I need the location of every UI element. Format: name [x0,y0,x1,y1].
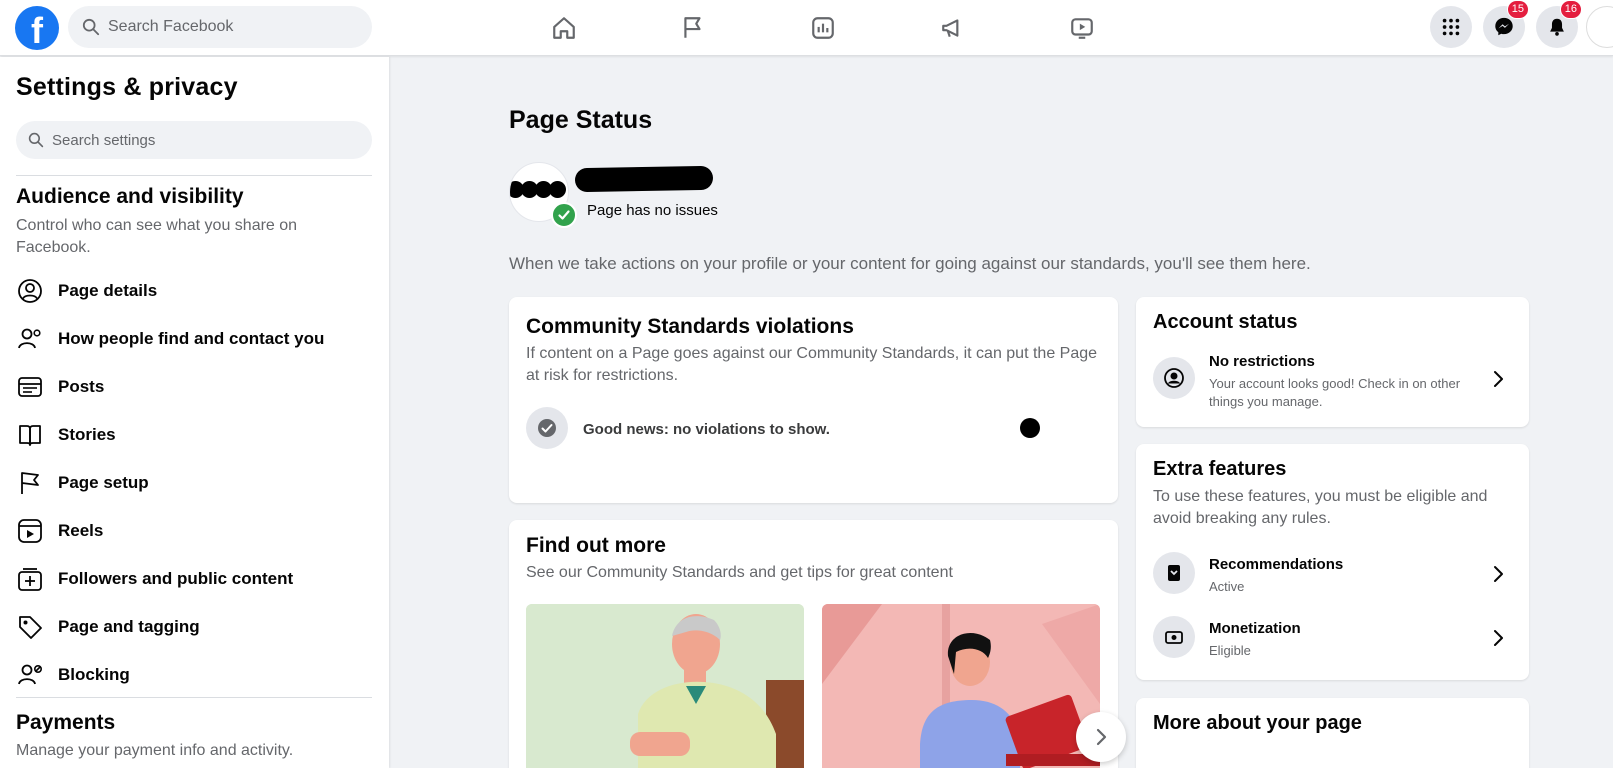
redacted-page-name [574,165,714,193]
tag-icon [19,616,42,639]
facebook-logo[interactable]: f [15,6,59,50]
find-out-more-title: Find out more [526,534,666,557]
messenger-icon [1495,17,1513,36]
search-icon [28,132,44,148]
sidebar-item-reels[interactable]: Reels [8,509,378,553]
recommendations-title[interactable]: Recommendations [1209,556,1343,573]
page-status-text: Page has no issues [587,202,718,219]
more-about-page-title: More about your page [1153,712,1362,734]
account-avatar-button[interactable] [1586,6,1613,48]
facebook-search-box[interactable] [68,6,372,48]
redaction-mark [510,181,566,198]
sidebar-item-label: Reels [58,521,104,540]
sidebar-item-label: Page setup [58,473,149,492]
person-circle-icon [18,279,42,303]
menu-grid-button[interactable] [1430,6,1472,48]
followers-icon [18,568,42,591]
extra-features-desc: To use these features, you must be eligi… [1153,488,1488,527]
grid-icon [1442,18,1460,36]
divider [16,175,372,176]
sidebar-item-label: How people find and contact you [58,329,325,348]
account-status-row-title: No restrictions [1209,353,1315,370]
violations-title: Community Standards violations [526,315,854,338]
sidebar-item-page-setup[interactable]: Page setup [8,461,378,505]
sidebar-item-followers[interactable]: Followers and public content [8,557,378,601]
monetization-title[interactable]: Monetization [1209,620,1301,637]
illustration-elderly-man[interactable] [526,604,804,768]
messenger-button[interactable]: 15 [1483,0,1529,48]
check-badge-icon [551,202,577,228]
section-desc-payments: Manage your payment info and activity. [16,742,294,759]
sidebar-item-page-tagging[interactable]: Page and tagging [8,605,378,649]
search-icon [82,18,100,36]
people-icon [18,328,41,349]
account-status-title: Account status [1153,311,1298,333]
violations-desc: If content on a Page goes against our Co… [526,345,1098,384]
book-icon [19,425,41,446]
section-title-audience: Audience and visibility [16,185,244,208]
flag-icon[interactable] [673,10,713,46]
facebook-search-input[interactable] [108,18,348,36]
sidebar-item-blocking[interactable]: Blocking [8,653,378,697]
section-desc-audience: Control who can see what you share on Fa… [16,217,298,256]
sidebar-title: Settings & privacy [16,73,238,101]
insights-icon[interactable] [803,10,843,46]
messenger-badge: 15 [1506,0,1529,19]
monetization-icon [1153,616,1195,658]
settings-search-box[interactable] [16,121,372,159]
chevron-right-icon[interactable] [1488,564,1508,584]
sidebar-item-label: Page and tagging [58,617,200,636]
settings-sidebar: Settings & privacy Audience and visibili… [0,57,389,768]
check-circle-icon [526,407,568,449]
page-avatar [509,162,577,228]
sidebar-item-label: Followers and public content [58,569,294,588]
chevron-right-icon [1488,369,1508,389]
find-out-more-desc: See our Community Standards and get tips… [526,564,953,581]
sidebar-item-page-details[interactable]: Page details [8,269,378,313]
extra-features-card: Extra features To use these features, yo… [1136,444,1529,680]
flag-icon [21,472,39,494]
more-about-page-card: More about your page [1136,698,1529,768]
carousel-next-button[interactable] [1076,712,1126,762]
page-title: Page Status [509,106,653,134]
account-person-icon [1153,357,1195,399]
bell-icon [1550,18,1564,36]
sidebar-item-label: Blocking [58,665,130,684]
sidebar-item-find-contact[interactable]: How people find and contact you [8,317,378,361]
sidebar-item-posts[interactable]: Posts [8,365,378,409]
reels-icon [18,519,42,543]
violations-card: Community Standards violations If conten… [509,297,1118,503]
extra-features-title: Extra features [1153,458,1287,480]
sidebar-item-label: Posts [58,377,105,396]
monetization-status: Eligible [1209,643,1251,658]
account-status-row-sub: Your account looks good! Check in on oth… [1209,376,1461,409]
recommendations-icon [1153,552,1195,594]
settings-search-input[interactable] [52,131,352,149]
chevron-right-icon[interactable] [1488,628,1508,648]
recommendations-status: Active [1209,579,1245,594]
chevron-right-icon [1096,728,1107,746]
illustration-woman-laptop[interactable] [822,604,1100,768]
section-title-payments: Payments [16,711,116,734]
sidebar-item-stories[interactable]: Stories [8,413,378,457]
redaction-dot [1020,418,1040,438]
home-icon[interactable] [544,10,584,46]
sidebar-item-label: Stories [58,425,116,444]
posts-icon [18,377,42,397]
megaphone-icon[interactable] [933,10,973,46]
divider [16,697,372,698]
video-icon[interactable] [1062,10,1102,46]
account-status-card[interactable]: Account status No restrictions Your acco… [1136,297,1529,427]
notifications-badge: 16 [1559,0,1582,19]
sidebar-item-label: Page details [58,281,158,300]
page-status-description: When we take actions on your profile or … [509,254,1311,273]
notifications-button[interactable]: 16 [1536,0,1582,48]
top-navigation-bar: f 15 16 [0,0,1613,56]
good-news-text: Good news: no violations to show. [583,421,830,438]
block-icon [18,664,42,685]
